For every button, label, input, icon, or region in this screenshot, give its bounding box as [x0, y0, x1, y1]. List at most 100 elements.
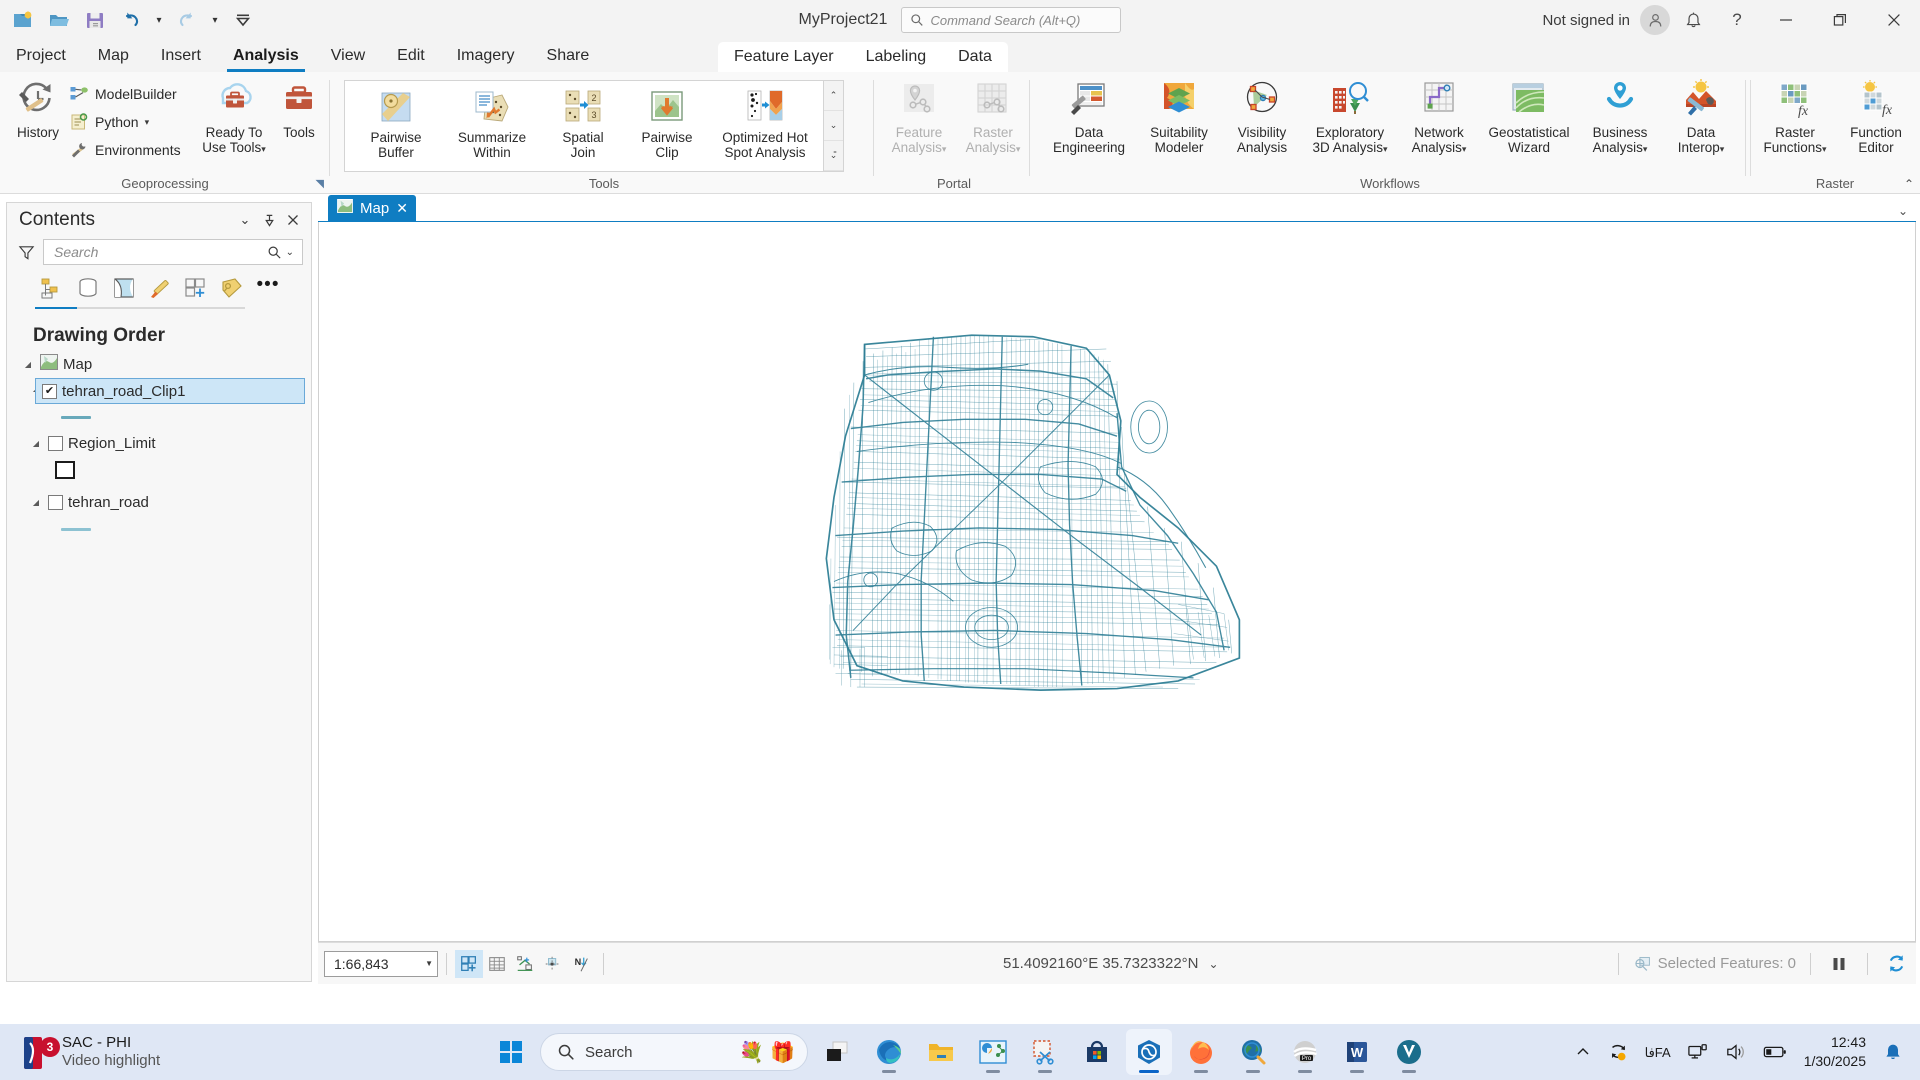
open-project-icon[interactable] [42, 4, 76, 36]
restore-button[interactable] [1814, 0, 1866, 40]
exploratory-3d-dropdown-icon[interactable]: ▾ [1383, 144, 1388, 154]
battery-icon[interactable] [1758, 1044, 1792, 1060]
arcmap-pro-icon[interactable]: Pro [1282, 1029, 1328, 1075]
toc-layer-row-tehran-road[interactable]: ◢ tehran_road [7, 489, 311, 516]
raster-analysis-button[interactable]: Raster Analysis▾ [956, 78, 1030, 157]
exploratory-3d-analysis-button[interactable]: Exploratory 3D Analysis▾ [1302, 78, 1398, 157]
data-interop-button[interactable]: Data Interop▾ [1662, 78, 1740, 157]
customize-quick-access-icon[interactable] [226, 4, 260, 36]
snipping-tool-icon[interactable] [1022, 1029, 1068, 1075]
search-input[interactable]: Search ⌄ [43, 239, 303, 265]
raster-functions-button[interactable]: fx Raster Functions▾ [1754, 78, 1836, 157]
edit-vertices-button[interactable] [511, 950, 539, 978]
microsoft-store-icon[interactable] [1074, 1029, 1120, 1075]
network-icon[interactable] [1682, 1042, 1714, 1062]
undo-icon[interactable] [114, 4, 148, 36]
gallery-expand-button[interactable]: ⌄̄ [824, 141, 843, 171]
geoprocessing-dialog-launcher[interactable]: ◥ [316, 177, 324, 190]
spatial-join-button[interactable]: 2 3 Spatial Join [541, 87, 625, 160]
summarize-within-button[interactable]: Summarize Within [443, 87, 541, 160]
tab-view[interactable]: View [315, 40, 381, 72]
microsoft-word-icon[interactable]: W [1334, 1029, 1380, 1075]
table-view-button[interactable] [483, 950, 511, 978]
toc-map-row[interactable]: ◢ Map [7, 351, 311, 378]
tab-map[interactable]: Map [82, 40, 145, 72]
contents-menu-button[interactable]: ⌄ [233, 208, 257, 232]
tab-insert[interactable]: Insert [145, 40, 217, 72]
tab-feature-layer[interactable]: Feature Layer [718, 42, 850, 72]
tab-edit[interactable]: Edit [381, 40, 441, 72]
tab-analysis[interactable]: Analysis [217, 40, 315, 72]
avatar[interactable] [1640, 5, 1670, 35]
taskbar-clock[interactable]: 12:43 1/30/2025 [1798, 1033, 1872, 1071]
expand-triangle-icon[interactable]: ◢ [29, 439, 43, 448]
expand-triangle-icon[interactable]: ◢ [21, 360, 35, 369]
feature-analysis-button[interactable]: Feature Analysis▾ [882, 78, 956, 157]
windows-start-icon[interactable] [488, 1029, 534, 1075]
search-options-dropdown-icon[interactable]: ⌄ [282, 247, 298, 258]
map-scale-combobox[interactable]: 1:66,843 ▼ [324, 950, 438, 977]
suitability-modeler-button[interactable]: Suitability Modeler [1136, 78, 1222, 155]
command-search-input[interactable]: Command Search (Alt+Q) [901, 7, 1122, 33]
list-by-labeling-icon[interactable] [215, 273, 249, 303]
gallery-scroll-down-button[interactable]: ⌄ [824, 111, 843, 141]
notification-center-bell-icon[interactable] [1878, 1042, 1908, 1062]
list-by-data-source-icon[interactable] [71, 273, 105, 303]
toc-layer-row-tehran-road-clip1[interactable]: ✔ tehran_road_Clip1 [35, 378, 305, 404]
ready-to-use-tools-button[interactable]: Ready To Use Tools▾ [195, 78, 273, 157]
powerpoint-icon[interactable] [970, 1029, 1016, 1075]
north-arrow-button[interactable]: N [567, 950, 595, 978]
search-icon[interactable] [267, 245, 282, 260]
redo-dropdown-icon[interactable]: ▾ [206, 5, 224, 35]
layer-visibility-checkbox-tehran-road[interactable] [48, 495, 63, 510]
data-interop-dropdown-icon[interactable]: ▾ [1720, 144, 1725, 154]
tab-project[interactable]: Project [0, 40, 82, 72]
microsoft-edge-icon[interactable] [866, 1029, 912, 1075]
list-by-selection-icon[interactable] [107, 273, 141, 303]
undo-dropdown-icon[interactable]: ▾ [150, 5, 168, 35]
list-by-drawing-order-icon[interactable] [35, 273, 69, 303]
list-by-snapping-icon[interactable] [179, 273, 213, 303]
tab-labeling[interactable]: Labeling [850, 42, 943, 72]
map-view-tab[interactable]: Map ✕ [328, 195, 416, 221]
taskbar-search-box[interactable]: Search 💐 🎁 [540, 1033, 808, 1071]
map-canvas[interactable] [318, 222, 1916, 942]
toc-layer-row-region-limit[interactable]: ◢ Region_Limit [7, 430, 311, 457]
geostatistical-wizard-button[interactable]: Geostatistical Wizard [1480, 78, 1578, 155]
optimized-hot-spot-analysis-button[interactable]: Optimized Hot Spot Analysis [709, 87, 821, 160]
python-dropdown-icon[interactable]: ▾ [145, 117, 150, 128]
raster-functions-dropdown-icon[interactable]: ▾ [1822, 144, 1827, 154]
ready-to-use-tools-dropdown-icon[interactable]: ▾ [261, 144, 266, 154]
environments-button[interactable]: Environments [66, 138, 184, 162]
save-project-icon[interactable] [78, 4, 112, 36]
map-tab-close-icon[interactable]: ✕ [396, 200, 408, 217]
map-view-tab-menu-icon[interactable]: ⌄ [1898, 204, 1908, 218]
firefox-icon[interactable] [1178, 1029, 1224, 1075]
modelbuilder-button[interactable]: ModelBuilder [66, 82, 180, 106]
refresh-button[interactable] [1882, 950, 1910, 978]
close-button[interactable] [1868, 0, 1920, 40]
viber-icon[interactable] [1386, 1029, 1432, 1075]
pairwise-buffer-button[interactable]: Pairwise Buffer [349, 87, 443, 160]
volume-icon[interactable] [1720, 1042, 1752, 1062]
map-view-button[interactable] [455, 949, 483, 978]
coordinates-dropdown-icon[interactable]: ⌄ [1209, 957, 1219, 971]
help-button[interactable]: ? [1716, 3, 1758, 37]
function-editor-button[interactable]: fx Function Editor [1836, 78, 1916, 155]
new-project-icon[interactable] [6, 4, 40, 36]
gallery-scroll-up-button[interactable]: ⌃ [824, 81, 843, 111]
python-button[interactable]: Python ▾ [66, 110, 152, 134]
tab-data[interactable]: Data [942, 42, 1008, 72]
feature-analysis-dropdown-icon[interactable]: ▾ [942, 144, 947, 154]
pairwise-clip-button[interactable]: Pairwise Clip [625, 87, 709, 160]
onedrive-sync-icon[interactable] [1602, 1041, 1634, 1063]
minimize-button[interactable] [1760, 0, 1812, 40]
tab-share[interactable]: Share [531, 40, 606, 72]
google-earth-icon[interactable] [1230, 1029, 1276, 1075]
file-explorer-icon[interactable] [918, 1029, 964, 1075]
network-analysis-dropdown-icon[interactable]: ▾ [1462, 144, 1467, 154]
pause-drawing-button[interactable] [1825, 950, 1853, 978]
data-engineering-button[interactable]: Data Engineering [1042, 78, 1136, 155]
layer-visibility-checkbox-region-limit[interactable] [48, 436, 63, 451]
tools-button[interactable]: Tools [268, 78, 330, 140]
